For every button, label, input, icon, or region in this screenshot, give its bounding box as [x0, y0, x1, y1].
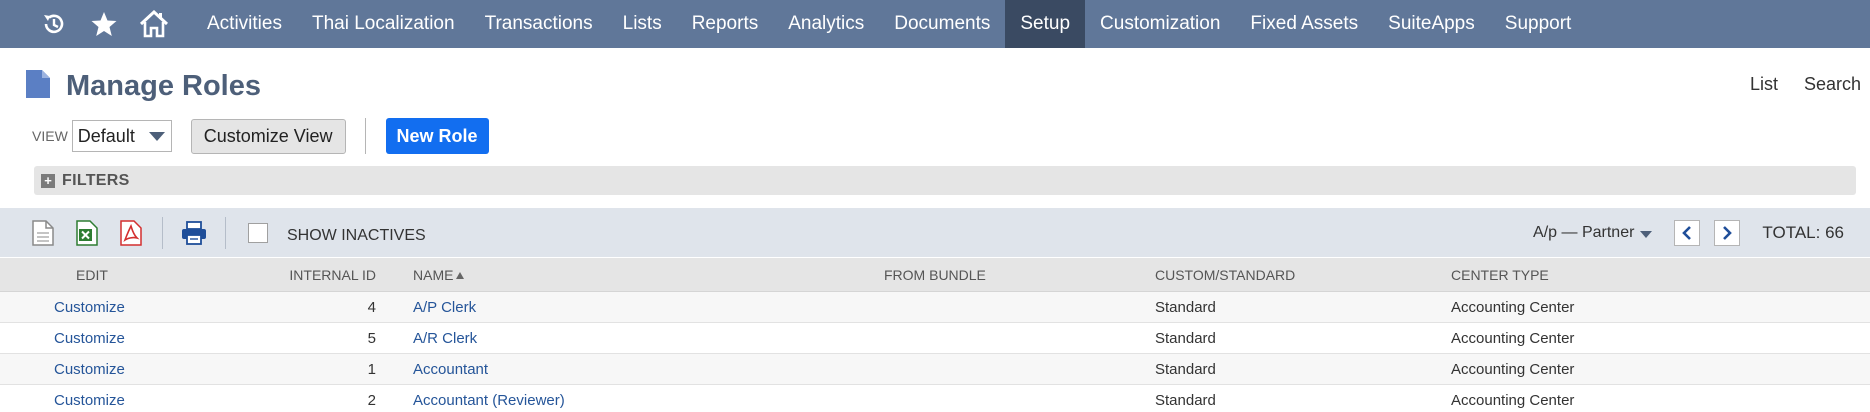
roles-table: EDIT INTERNAL ID NAME FROM BUNDLE CUSTOM…	[0, 258, 1870, 412]
sort-ascending-icon	[456, 271, 465, 279]
center-type-cell: Accounting Center	[1451, 360, 1575, 378]
customize-link[interactable]: Customize	[0, 361, 280, 378]
nav-menu: Activities Thai Localization Transactions L…	[192, 0, 1586, 48]
role-name-link[interactable]: A/P Clerk	[376, 299, 846, 316]
pager-controls: A/p — Partner TOTAL: 66	[1533, 208, 1870, 257]
table-row: Customize 1 Accountant Standard Accounting C…	[0, 354, 1870, 385]
internal-id-cell: 2	[367, 391, 376, 409]
print-icon[interactable]	[179, 218, 209, 248]
page-title: Manage Roles	[66, 70, 261, 102]
custom-standard-cell: Standard	[1155, 298, 1216, 316]
recent-records-icon[interactable]	[30, 0, 78, 48]
filters-bar[interactable]: + FILTERS	[34, 166, 1856, 195]
custom-standard-cell: Standard	[1155, 360, 1216, 378]
column-header-center-type[interactable]: CENTER TYPE	[1413, 267, 1713, 283]
nav-item-analytics[interactable]: Analytics	[773, 0, 879, 48]
column-header-name-label: NAME	[413, 266, 454, 283]
column-header-custom-standard[interactable]: CUSTOM/STANDARD	[1117, 267, 1413, 283]
total-count: TOTAL: 66	[1762, 222, 1844, 242]
view-controls: VIEW Default Customize View New Role	[32, 118, 489, 154]
nav-item-setup[interactable]: Setup	[1005, 0, 1086, 48]
nav-item-customization[interactable]: Customization	[1085, 0, 1235, 48]
internal-id-cell: 5	[367, 329, 376, 347]
export-icon-group	[28, 218, 146, 248]
filters-label: FILTERS	[62, 171, 130, 189]
role-name-link[interactable]: Accountant (Reviewer)	[376, 392, 846, 409]
page-range-value: A/p — Partner	[1533, 223, 1635, 241]
header-links: List Search	[1750, 74, 1861, 95]
customize-link[interactable]: Customize	[0, 299, 280, 316]
chevron-down-icon	[148, 131, 165, 141]
nav-item-transactions[interactable]: Transactions	[470, 0, 608, 48]
list-toolbar: SHOW INACTIVES A/p — Partner TOTAL: 66	[0, 208, 1870, 257]
table-row: Customize 5 A/R Clerk Standard Accounting Ce…	[0, 323, 1870, 354]
expand-plus-icon: +	[41, 173, 55, 188]
customize-link[interactable]: Customize	[0, 392, 280, 409]
nav-item-lists[interactable]: Lists	[608, 0, 677, 48]
page-header: Manage Roles	[24, 68, 261, 105]
nav-icon-group	[0, 0, 180, 48]
star-icon[interactable]	[80, 0, 128, 48]
nav-item-activities[interactable]: Activities	[192, 0, 297, 48]
chevron-right-icon	[1723, 225, 1733, 240]
show-inactives-checkbox[interactable]	[248, 222, 268, 243]
chevron-left-icon	[1682, 225, 1692, 240]
column-header-from-bundle[interactable]: FROM BUNDLE	[846, 267, 1117, 283]
internal-id-cell: 1	[367, 360, 376, 378]
customize-link[interactable]: Customize	[0, 330, 280, 347]
chevron-down-icon	[1640, 230, 1653, 238]
table-header: EDIT INTERNAL ID NAME FROM BUNDLE CUSTOM…	[0, 258, 1870, 292]
table-body: Customize 4 A/P Clerk Standard Accounting Ce…	[0, 292, 1870, 412]
table-row: Customize 4 A/P Clerk Standard Accounting Ce…	[0, 292, 1870, 323]
view-select[interactable]: Default	[71, 120, 172, 152]
nav-item-fixed-assets[interactable]: Fixed Assets	[1235, 0, 1373, 48]
page-range-select[interactable]: A/p — Partner	[1533, 223, 1653, 242]
next-page-button[interactable]	[1714, 219, 1741, 246]
nav-item-thai-localization[interactable]: Thai Localization	[297, 0, 470, 48]
search-link[interactable]: Search	[1804, 74, 1861, 95]
table-row: Customize 2 Accountant (Reviewer) Standard A…	[0, 385, 1870, 412]
nav-item-documents[interactable]: Documents	[879, 0, 1005, 48]
document-icon	[24, 68, 52, 105]
new-role-button[interactable]: New Role	[385, 118, 489, 154]
center-type-cell: Accounting Center	[1451, 329, 1575, 347]
column-header-internal-id[interactable]: INTERNAL ID	[280, 267, 376, 283]
custom-standard-cell: Standard	[1155, 329, 1216, 347]
view-select-value: Default	[77, 125, 135, 146]
custom-standard-cell: Standard	[1155, 391, 1216, 409]
center-type-cell: Accounting Center	[1451, 298, 1575, 316]
nav-item-suiteapps[interactable]: SuiteApps	[1373, 0, 1490, 48]
export-csv-icon[interactable]	[28, 218, 58, 248]
previous-page-button[interactable]	[1674, 219, 1701, 246]
list-link[interactable]: List	[1750, 74, 1778, 95]
role-name-link[interactable]: Accountant	[376, 361, 846, 378]
top-navigation: Activities Thai Localization Transactions L…	[0, 0, 1870, 48]
column-header-name[interactable]: NAME	[376, 267, 846, 283]
role-name-link[interactable]: A/R Clerk	[376, 330, 846, 347]
toolbar-divider	[225, 216, 226, 249]
toolbar-divider	[162, 216, 163, 249]
show-inactives-label: SHOW INACTIVES	[287, 226, 426, 244]
customize-view-button[interactable]: Customize View	[190, 118, 346, 154]
export-pdf-icon[interactable]	[116, 218, 146, 248]
home-icon[interactable]	[130, 0, 178, 48]
internal-id-cell: 4	[367, 298, 376, 316]
export-excel-icon[interactable]	[72, 218, 102, 248]
nav-item-reports[interactable]: Reports	[677, 0, 774, 48]
nav-item-support[interactable]: Support	[1490, 0, 1587, 48]
center-type-cell: Accounting Center	[1451, 391, 1575, 409]
controls-divider	[364, 118, 366, 154]
view-label: VIEW	[32, 128, 68, 144]
column-header-edit: EDIT	[76, 266, 108, 283]
